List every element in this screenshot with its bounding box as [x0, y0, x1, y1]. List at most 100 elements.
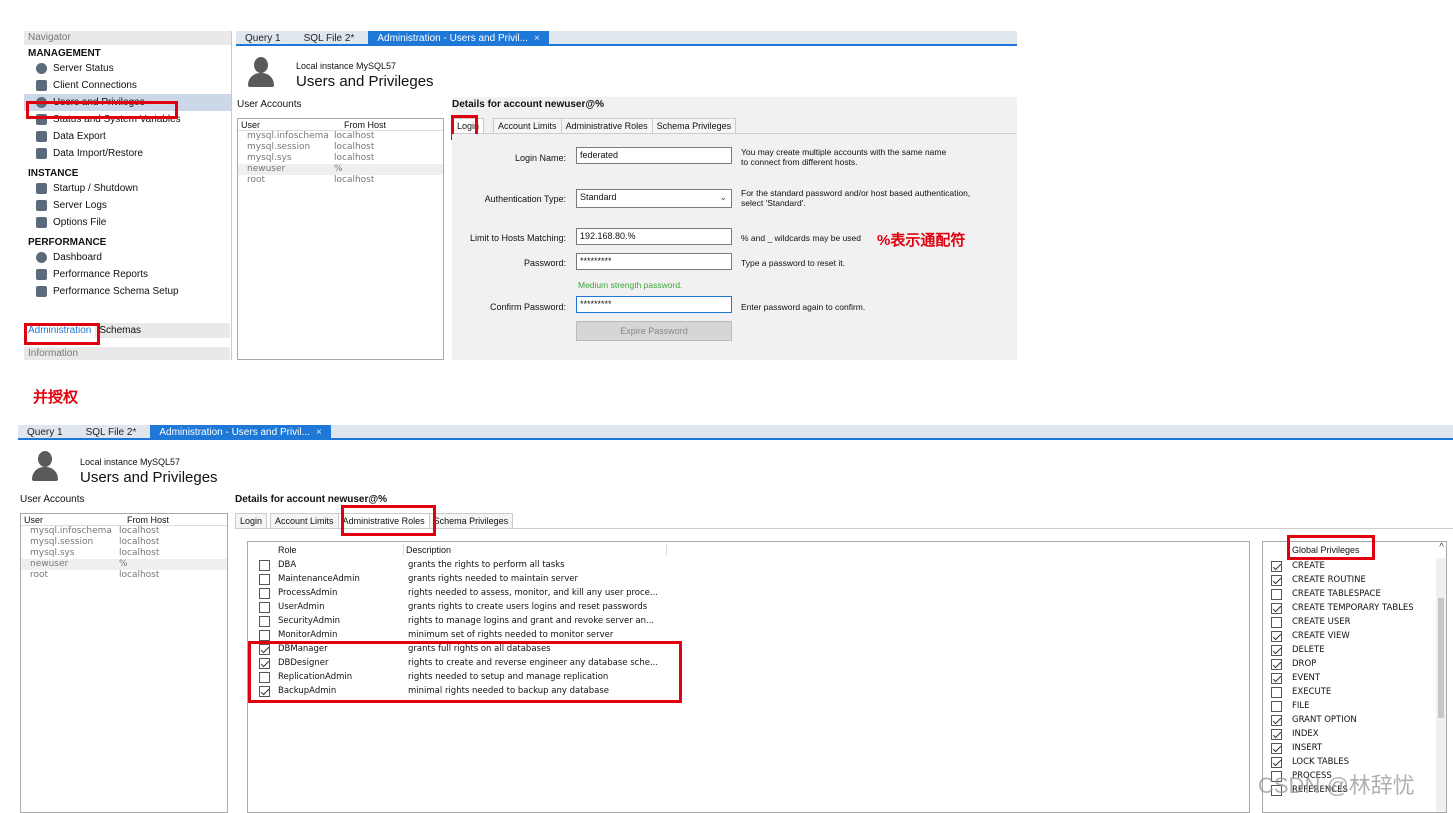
privilege-row[interactable]: CREATE VIEW — [1271, 629, 1350, 643]
privilege-row[interactable]: CREATE USER — [1271, 615, 1351, 629]
privilege-checkbox[interactable] — [1271, 714, 1282, 726]
privilege-checkbox[interactable] — [1271, 686, 1282, 698]
privilege-row[interactable]: INSERT — [1271, 741, 1322, 755]
role-row[interactable]: DBDesigner rights to create and reverse e… — [248, 656, 658, 670]
privilege-checkbox[interactable] — [1271, 630, 1282, 642]
privileges-scrollbar[interactable] — [1436, 558, 1446, 812]
nav-options-file[interactable]: Options File — [24, 214, 231, 231]
privilege-row[interactable]: DROP — [1271, 657, 1316, 671]
expire-password-button[interactable]: Expire Password — [576, 321, 732, 341]
privilege-checkbox[interactable] — [1271, 560, 1282, 572]
tab-schemas[interactable]: Schemas — [95, 323, 145, 338]
role-checkbox[interactable] — [259, 629, 270, 641]
privilege-row[interactable]: CREATE TEMPORARY TABLES — [1271, 601, 1414, 615]
login-name-input[interactable]: federated — [576, 147, 732, 164]
role-checkbox[interactable] — [259, 685, 270, 697]
tab-login[interactable]: Login — [452, 118, 485, 133]
nav-data-import[interactable]: Data Import/Restore — [24, 145, 231, 162]
role-checkbox[interactable] — [259, 657, 270, 669]
privilege-checkbox[interactable] — [1271, 602, 1282, 614]
privilege-checkbox[interactable] — [1271, 728, 1282, 740]
privilege-checkbox[interactable] — [1271, 588, 1282, 600]
role-row[interactable]: MaintenanceAdmin grants rights needed to … — [248, 572, 578, 586]
role-row[interactable]: ReplicationAdmin rights needed to setup a… — [248, 670, 608, 684]
tab-sql-file-2[interactable]: SQL File 2* — [290, 31, 369, 44]
tab-administration-users[interactable]: Administration - Users and Privil... × — [150, 425, 331, 438]
role-checkbox[interactable] — [259, 643, 270, 655]
nav-server-logs[interactable]: Server Logs — [24, 197, 231, 214]
role-row[interactable]: BackupAdmin minimal rights needed to back… — [248, 684, 609, 698]
tab-sql-file-2[interactable]: SQL File 2* — [72, 425, 151, 438]
table-row[interactable]: mysql.sys localhost — [238, 153, 443, 164]
tab-query-1[interactable]: Query 1 — [18, 425, 72, 438]
table-row[interactable]: mysql.infoschema localhost — [238, 131, 443, 142]
table-row[interactable]: newuser% — [238, 164, 443, 175]
table-row[interactable]: mysql.session localhost — [238, 142, 443, 153]
privilege-checkbox[interactable] — [1271, 644, 1282, 656]
tab-account-limits[interactable]: Account Limits — [270, 513, 339, 528]
privilege-row[interactable]: CREATE TABLESPACE — [1271, 587, 1381, 601]
role-checkbox[interactable] — [259, 671, 270, 683]
nav-users-privileges[interactable]: Users and Privileges — [24, 94, 231, 111]
privilege-row[interactable]: INDEX — [1271, 727, 1319, 741]
role-checkbox[interactable] — [259, 601, 270, 613]
privilege-checkbox[interactable] — [1271, 616, 1282, 628]
nav-dashboard[interactable]: Dashboard — [24, 249, 231, 266]
privilege-checkbox[interactable] — [1271, 574, 1282, 586]
nav-performance-schema[interactable]: Performance Schema Setup — [24, 283, 231, 300]
privilege-checkbox[interactable] — [1271, 742, 1282, 754]
close-icon[interactable]: × — [534, 33, 540, 44]
privilege-row[interactable]: DELETE — [1271, 643, 1325, 657]
hosts-input[interactable]: 192.168.80.% — [576, 228, 732, 245]
nav-server-status[interactable]: Server Status — [24, 60, 231, 77]
privilege-row[interactable]: EVENT — [1271, 671, 1320, 685]
tab-administrative-roles[interactable]: Administrative Roles — [560, 118, 653, 133]
table-row[interactable]: mysql.session localhost — [21, 537, 227, 548]
nav-startup-shutdown[interactable]: Startup / Shutdown — [24, 180, 231, 197]
role-description: grants the rights to perform all tasks — [408, 560, 565, 570]
privilege-row[interactable]: EXECUTE — [1271, 685, 1331, 699]
confirm-password-input[interactable]: ********* — [576, 296, 732, 313]
role-checkbox[interactable] — [259, 615, 270, 627]
privilege-row[interactable]: GRANT OPTION — [1271, 713, 1357, 727]
role-name: DBManager — [278, 644, 328, 654]
tab-account-limits[interactable]: Account Limits — [493, 118, 562, 133]
nav-status-variables[interactable]: Status and System Variables — [24, 111, 231, 128]
privilege-checkbox[interactable] — [1271, 700, 1282, 712]
tab-administrative-roles[interactable]: Administrative Roles — [337, 513, 430, 528]
tab-schema-privileges[interactable]: Schema Privileges — [428, 513, 514, 528]
table-row[interactable]: mysql.sys localhost — [21, 548, 227, 559]
auth-type-select[interactable]: Standard ⌄ — [576, 189, 732, 208]
privilege-row[interactable]: CREATE ROUTINE — [1271, 573, 1366, 587]
nav-client-connections[interactable]: Client Connections — [24, 77, 231, 94]
role-checkbox[interactable] — [259, 559, 270, 571]
tab-schema-privileges[interactable]: Schema Privileges — [651, 118, 737, 133]
close-icon[interactable]: × — [316, 427, 322, 438]
table-row[interactable]: root localhost — [238, 175, 443, 186]
role-row[interactable]: UserAdmin grants rights to create users l… — [248, 600, 647, 614]
table-row[interactable]: root localhost — [21, 570, 227, 581]
privilege-checkbox[interactable] — [1271, 658, 1282, 670]
privilege-row[interactable]: FILE — [1271, 699, 1310, 713]
privilege-row[interactable]: LOCK TABLES — [1271, 755, 1349, 769]
role-row[interactable]: MonitorAdmin minimum set of rights needed… — [248, 628, 613, 642]
role-row[interactable]: DBA grants the rights to perform all task… — [248, 558, 565, 572]
privilege-checkbox[interactable] — [1271, 756, 1282, 768]
table-row[interactable]: mysql.infoschema localhost — [21, 526, 227, 537]
tab-administration[interactable]: Administration — [24, 323, 96, 338]
role-checkbox[interactable] — [259, 587, 270, 599]
role-checkbox[interactable] — [259, 573, 270, 585]
role-row[interactable]: SecurityAdmin rights to manage logins and… — [248, 614, 654, 628]
nav-performance-reports[interactable]: Performance Reports — [24, 266, 231, 283]
role-row[interactable]: DBManager grants full rights on all datab… — [248, 642, 551, 656]
role-row[interactable]: ProcessAdmin rights needed to assess, mon… — [248, 586, 658, 600]
privilege-row[interactable]: CREATE — [1271, 559, 1325, 573]
scroll-up-icon[interactable]: ^ — [1439, 542, 1444, 553]
password-input[interactable]: ********* — [576, 253, 732, 270]
tab-query-1[interactable]: Query 1 — [236, 31, 290, 44]
tab-login[interactable]: Login — [235, 513, 268, 528]
nav-data-export[interactable]: Data Export — [24, 128, 231, 145]
privilege-checkbox[interactable] — [1271, 672, 1282, 684]
tab-administration-users[interactable]: Administration - Users and Privil... × — [368, 31, 549, 44]
table-row[interactable]: newuser% — [21, 559, 227, 570]
